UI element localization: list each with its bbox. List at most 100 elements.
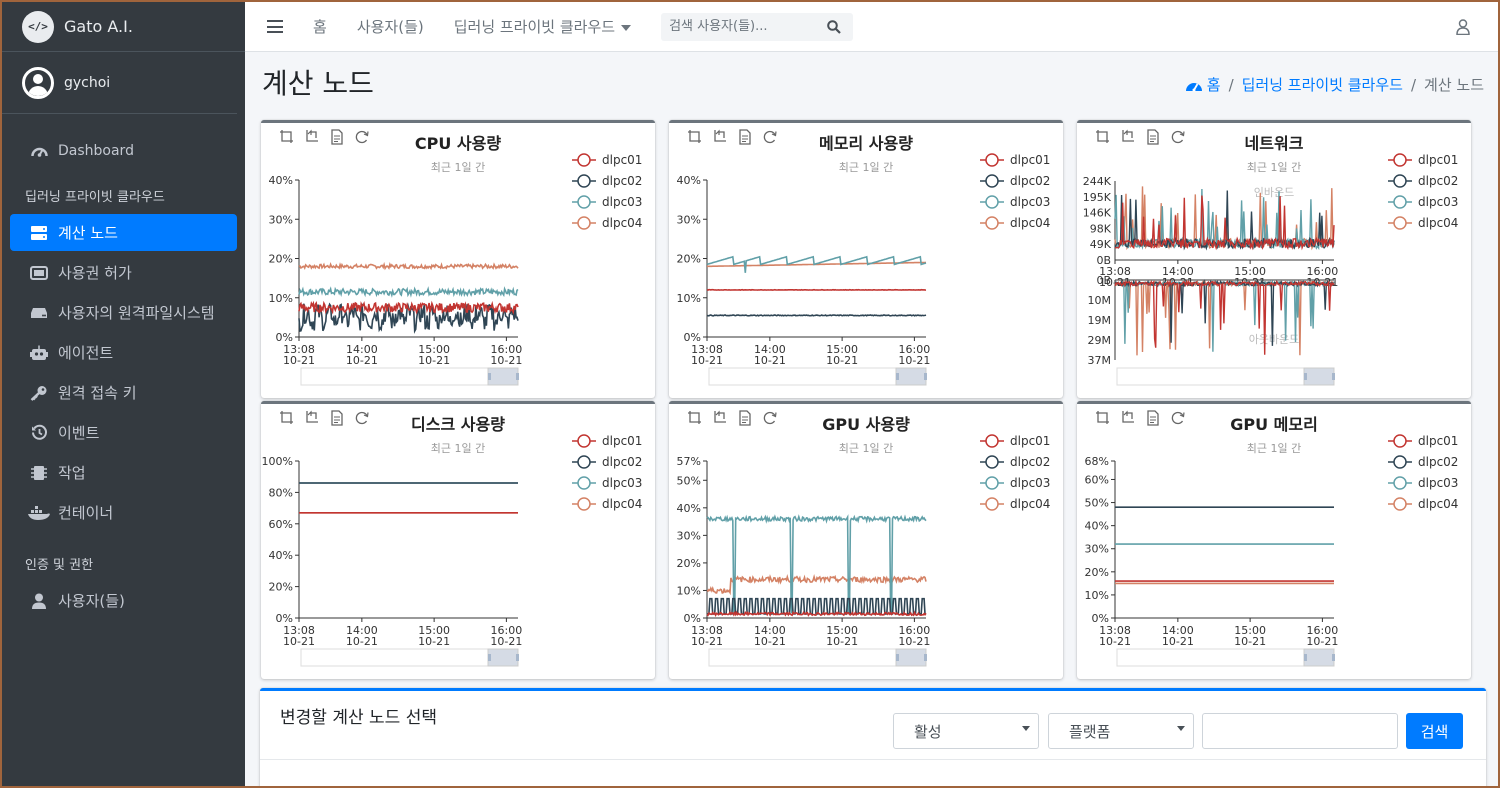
sidebar-item-remote-keys[interactable]: 원격 접속 키 xyxy=(10,374,237,411)
zoom-icon[interactable] xyxy=(1095,129,1111,145)
search-input[interactable] xyxy=(669,19,820,34)
series-line-dlpc04 xyxy=(706,574,927,596)
data-view-icon[interactable] xyxy=(329,129,345,145)
legend-item[interactable]: dlpc01 xyxy=(980,153,1050,167)
legend-item[interactable]: dlpc01 xyxy=(572,153,642,167)
series-line-dlpc03 xyxy=(298,286,519,298)
user-panel[interactable]: gychoi xyxy=(2,52,237,114)
legend-item[interactable]: dlpc01 xyxy=(980,434,1050,448)
x-tick-date: 10-21 xyxy=(691,354,723,367)
platform-select[interactable]: 플랫폼 xyxy=(1048,713,1194,749)
refresh-icon[interactable] xyxy=(1170,129,1186,145)
chart-network: 네트워크최근 1일 간dlpc01dlpc02dlpc03dlpc04인바운드아… xyxy=(1083,134,1458,386)
data-view-icon[interactable] xyxy=(1145,129,1161,145)
y-tick-label: 195K xyxy=(1083,191,1112,204)
legend-item[interactable]: dlpc02 xyxy=(980,174,1050,188)
status-select[interactable]: 활성 xyxy=(893,713,1039,749)
data-view-icon[interactable] xyxy=(737,129,753,145)
node-select-panel: 변경할 계산 노드 선택 활성 플랫폼 검색 xyxy=(260,688,1486,788)
legend-item[interactable]: dlpc02 xyxy=(572,455,642,469)
legend-item[interactable]: dlpc02 xyxy=(572,174,642,188)
refresh-icon[interactable] xyxy=(762,410,778,426)
refresh-icon[interactable] xyxy=(354,129,370,145)
search-submit-button[interactable]: 검색 xyxy=(1406,713,1463,749)
legend-item[interactable]: dlpc01 xyxy=(1388,153,1458,167)
legend-item[interactable]: dlpc04 xyxy=(1388,216,1458,230)
legend-item[interactable]: dlpc04 xyxy=(980,497,1050,511)
breadcrumb-home[interactable]: 홈 xyxy=(1207,74,1221,95)
legend-item[interactable]: dlpc03 xyxy=(980,476,1050,490)
nav-dropdown-cloud[interactable]: 딥러닝 프라이빗 클라우드 xyxy=(454,16,632,37)
y-tick-label: 244K xyxy=(1083,175,1112,188)
legend-item[interactable]: dlpc03 xyxy=(572,476,642,490)
legend-item[interactable]: dlpc01 xyxy=(572,434,642,448)
legend-item[interactable]: dlpc02 xyxy=(1388,174,1458,188)
data-zoom-slider[interactable] xyxy=(1116,648,1335,667)
server-icon xyxy=(28,224,50,242)
legend-item[interactable]: dlpc04 xyxy=(1388,497,1458,511)
legend-item[interactable]: dlpc04 xyxy=(572,497,642,511)
series-line-dlpc02 xyxy=(706,314,927,317)
legend-item[interactable]: dlpc04 xyxy=(980,216,1050,230)
divider xyxy=(260,759,1486,760)
legend-item[interactable]: dlpc03 xyxy=(572,195,642,209)
data-view-icon[interactable] xyxy=(1145,410,1161,426)
data-zoom-slider[interactable] xyxy=(300,367,519,386)
zoom-reset-icon[interactable] xyxy=(712,410,728,426)
sidebar-item-label: 사용자(들) xyxy=(58,592,125,610)
user-menu-icon[interactable] xyxy=(1456,19,1470,35)
node-search-input[interactable] xyxy=(1202,713,1398,749)
sidebar-item-compute-nodes[interactable]: 계산 노드 xyxy=(10,214,237,251)
dashboard-gauge-icon xyxy=(1185,82,1202,91)
x-tick-date: 10-21 xyxy=(898,635,930,648)
refresh-icon[interactable] xyxy=(762,129,778,145)
zoom-icon[interactable] xyxy=(279,129,295,145)
legend-item[interactable]: dlpc03 xyxy=(1388,195,1458,209)
chart-card-gpu: GPU 사용량 최근 1일 간 dlpc01 dlpc02 dlpc03 dlpc04 0%… xyxy=(669,401,1063,679)
zoom-icon[interactable] xyxy=(687,410,703,426)
x-tick-date: 10-21 xyxy=(418,635,450,648)
top-navbar: 홈 사용자(들) 딥러닝 프라이빗 클라우드 xyxy=(245,2,1498,52)
zoom-icon[interactable] xyxy=(687,129,703,145)
breadcrumb-cloud[interactable]: 딥러닝 프라이빗 클라우드 xyxy=(1242,74,1403,95)
legend-item[interactable]: dlpc04 xyxy=(572,216,642,230)
search-button[interactable] xyxy=(819,13,849,41)
sidebar-item-events[interactable]: 이벤트 xyxy=(10,414,237,451)
x-tick-date: 10-21 xyxy=(418,354,450,367)
data-view-icon[interactable] xyxy=(329,410,345,426)
legend-item[interactable]: dlpc03 xyxy=(980,195,1050,209)
zoom-reset-icon[interactable] xyxy=(1120,129,1136,145)
legend-item[interactable]: dlpc02 xyxy=(980,455,1050,469)
zoom-reset-icon[interactable] xyxy=(304,129,320,145)
sidebar-item-agents[interactable]: 에이전트 xyxy=(10,334,237,371)
legend-label: dlpc02 xyxy=(1418,174,1458,188)
data-zoom-slider[interactable] xyxy=(300,648,519,667)
data-view-icon[interactable] xyxy=(737,410,753,426)
refresh-icon[interactable] xyxy=(354,410,370,426)
brand-link[interactable]: </> Gato A.I. xyxy=(2,2,245,52)
sidebar-item-jobs[interactable]: 작업 xyxy=(10,454,237,491)
legend-item[interactable]: dlpc02 xyxy=(1388,455,1458,469)
refresh-icon[interactable] xyxy=(1170,410,1186,426)
zoom-reset-icon[interactable] xyxy=(712,129,728,145)
zoom-reset-icon[interactable] xyxy=(304,410,320,426)
sidebar-item-license[interactable]: 사용권 허가 xyxy=(10,254,237,291)
sidebar-item-containers[interactable]: 컨테이너 xyxy=(10,494,237,531)
legend-item[interactable]: dlpc03 xyxy=(1388,476,1458,490)
y-tick-label: 19M xyxy=(1088,314,1112,327)
data-zoom-slider[interactable] xyxy=(708,648,927,667)
sidebar-item-dashboard[interactable]: Dashboard xyxy=(10,132,237,169)
nav-link-home[interactable]: 홈 xyxy=(313,16,327,37)
data-zoom-slider[interactable] xyxy=(708,367,927,386)
sidebar-item-remote-fs[interactable]: 사용자의 원격파일시스템 xyxy=(10,294,237,331)
sidebar-item-users[interactable]: 사용자(들) xyxy=(10,582,237,619)
zoom-icon[interactable] xyxy=(279,410,295,426)
data-zoom-slider[interactable] xyxy=(1116,367,1335,386)
zoom-icon[interactable] xyxy=(1095,410,1111,426)
legend-label: dlpc03 xyxy=(1418,195,1458,209)
zoom-reset-icon[interactable] xyxy=(1120,410,1136,426)
nav-link-users[interactable]: 사용자(들) xyxy=(357,16,424,37)
hamburger-menu-icon[interactable] xyxy=(267,20,283,33)
legend-item[interactable]: dlpc01 xyxy=(1388,434,1458,448)
legend-label: dlpc03 xyxy=(1010,476,1050,490)
